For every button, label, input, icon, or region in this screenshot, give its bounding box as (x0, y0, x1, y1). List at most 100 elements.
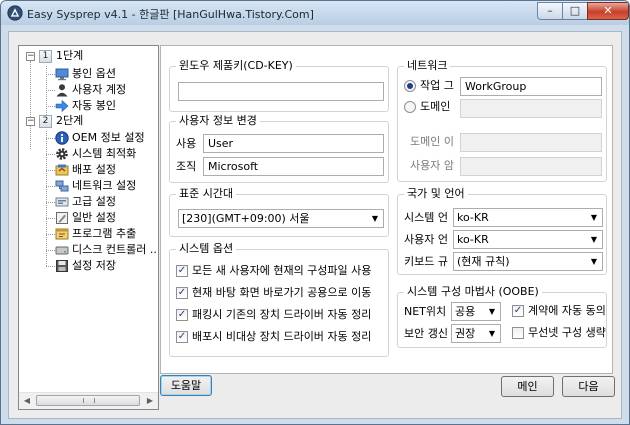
user-name-label: 사용 (176, 137, 197, 150)
main-button[interactable]: 메인 (501, 376, 554, 397)
checkbox-checked-icon[interactable]: ✓ (176, 287, 188, 299)
security-update-select[interactable]: 권장 ▼ (451, 324, 501, 343)
product-key-title: 윈도우 제품키(CD-KEY) (176, 59, 296, 73)
tree-item-label: 배포 설정 (72, 163, 116, 176)
oobe-group: 시스템 구성 마법사 (OOBE) NET위치 공용 ▼ ✓ 계약에 자동 동의… (397, 285, 607, 348)
dropdown-arrow-icon: ▼ (590, 257, 598, 266)
close-icon: ✕ (603, 4, 613, 17)
title-bar[interactable]: Easy Sysprep v4.1 - 한글판 [HanGulHwa.Tisto… (1, 1, 629, 25)
tree-item-label: 디스크 컨트롤러 ... (72, 243, 159, 256)
minimize-icon: – (547, 4, 553, 17)
tree-step1-label: 1단계 (56, 49, 84, 62)
checkbox-checked-icon[interactable]: ✓ (176, 331, 188, 343)
network-icon (55, 180, 69, 192)
workgroup-input[interactable]: WorkGroup (460, 77, 602, 96)
tree-connector (46, 186, 55, 187)
tree-item-label: 프로그램 추출 (72, 227, 137, 240)
tree-horizontal-scrollbar[interactable]: ◀ ▶ (19, 392, 158, 409)
net-location-select[interactable]: 공용 ▼ (451, 302, 501, 321)
info-icon (55, 131, 69, 145)
user-locale-value: ko-KR (457, 233, 489, 246)
user-locale-select[interactable]: ko-KR ▼ (453, 230, 603, 249)
dropdown-arrow-icon: ▼ (590, 213, 598, 222)
network-title: 네트워크 (404, 59, 451, 73)
keyboard-select[interactable]: (현재 규칙) ▼ (453, 252, 603, 271)
option-label: 배포시 비대상 장치 드라이버 자동 정리 (192, 330, 372, 343)
scroll-grip-icon (83, 398, 95, 403)
tree-connector (46, 202, 55, 203)
system-locale-value: ko-KR (457, 211, 489, 224)
tree-item-label: 시스템 최적화 (72, 147, 137, 160)
tree-item-label: 자동 봉인 (72, 99, 116, 112)
gear-icon (56, 148, 68, 160)
product-key-group: 윈도우 제품키(CD-KEY) (169, 59, 389, 112)
maximize-icon: □ (569, 4, 581, 17)
scroll-left-icon[interactable]: ◀ (20, 394, 34, 408)
checkbox-checked-icon[interactable]: ✓ (176, 265, 188, 277)
system-locale-select[interactable]: ko-KR ▼ (453, 208, 603, 227)
system-options-group: 시스템 옵션 ✓ 모든 새 사용자에 현재의 구성파일 사용 ✓ 현재 바탕 화… (169, 242, 389, 357)
tree-connector (46, 266, 55, 267)
oobe-title: 시스템 구성 마법사 (OOBE) (404, 285, 542, 299)
tree-connector (30, 61, 31, 149)
dropdown-arrow-icon: ▼ (590, 235, 598, 244)
save-icon (56, 260, 68, 272)
checkbox-unchecked-icon[interactable] (512, 327, 524, 339)
tree-connector (46, 234, 55, 235)
tree-item-label: 설정 저장 (72, 259, 116, 272)
radio-unselected-icon[interactable] (404, 101, 416, 113)
system-locale-label: 시스템 언 (404, 211, 448, 224)
domain-name-input (460, 133, 602, 152)
close-button[interactable]: ✕ (587, 2, 629, 20)
minimize-button[interactable]: – (537, 2, 563, 20)
tree-connector (46, 131, 47, 266)
client-area: − 1 1단계 봉인 옵션 사용자 계정 자동 봉인 − 2 2단계 OEM 정… (8, 31, 622, 419)
timezone-title: 표준 시간대 (176, 187, 237, 201)
timezone-group: 표준 시간대 [230](GMT+09:00) 서울 ▼ (169, 187, 389, 237)
tree-connector (46, 154, 55, 155)
tree-item-label: OEM 정보 설정 (72, 131, 145, 144)
domain-user-input (460, 157, 602, 176)
scroll-thumb[interactable] (36, 395, 140, 406)
locale-group: 국가 및 언어 시스템 언 ko-KR ▼ 사용자 언 ko-KR ▼ 키보드 … (397, 187, 607, 275)
navigation-tree[interactable]: − 1 1단계 봉인 옵션 사용자 계정 자동 봉인 − 2 2단계 OEM 정… (18, 45, 159, 410)
timezone-select[interactable]: [230](GMT+09:00) 서울 ▼ (178, 209, 384, 228)
radio-selected-icon[interactable] (404, 80, 416, 92)
collapse-step1-toggle[interactable]: − (26, 52, 35, 61)
dropdown-arrow-icon: ▼ (488, 329, 496, 338)
tree-step2-label: 2단계 (56, 114, 84, 127)
tree-connector (46, 90, 55, 91)
deploy-icon (55, 164, 69, 176)
domain-input (460, 99, 602, 118)
user-locale-label: 사용자 언 (404, 233, 448, 246)
system-options-title: 시스템 옵션 (176, 242, 237, 256)
option-label: 모든 새 사용자에 현재의 구성파일 사용 (192, 264, 372, 277)
scroll-right-icon[interactable]: ▶ (143, 394, 157, 408)
keyboard-value: (현재 규칙) (457, 255, 510, 268)
wireless-label: 무선넷 구성 생략 (528, 326, 606, 339)
user-name-input[interactable]: User (203, 134, 384, 153)
product-key-input[interactable] (178, 82, 384, 101)
next-button[interactable]: 다음 (562, 376, 615, 397)
tree-item-label: 일반 설정 (72, 211, 116, 224)
workgroup-label: 작업 그 (420, 79, 454, 92)
advanced-icon (55, 197, 69, 207)
collapse-step2-toggle[interactable]: − (26, 117, 35, 126)
tree-item-label: 고급 설정 (72, 195, 116, 208)
checkbox-checked-icon[interactable]: ✓ (176, 309, 188, 321)
program-icon (55, 228, 69, 240)
user-icon (56, 84, 68, 97)
tree-connector (46, 106, 55, 107)
help-button[interactable]: 도움말 (160, 375, 212, 396)
tree-item-label: 봉인 옵션 (72, 67, 116, 80)
user-info-title: 사용자 정보 변경 (176, 114, 260, 128)
maximize-button[interactable]: □ (562, 2, 588, 20)
keyboard-label: 키보드 규 (404, 255, 448, 268)
tree-item-label: 네트워크 설정 (72, 179, 137, 192)
organization-input[interactable]: Microsoft (203, 157, 384, 176)
disk-icon (55, 246, 69, 255)
monitor-icon (55, 68, 69, 81)
app-window: Easy Sysprep v4.1 - 한글판 [HanGulHwa.Tisto… (0, 0, 630, 425)
dropdown-arrow-icon: ▼ (488, 307, 496, 316)
checkbox-checked-icon[interactable]: ✓ (512, 305, 524, 317)
